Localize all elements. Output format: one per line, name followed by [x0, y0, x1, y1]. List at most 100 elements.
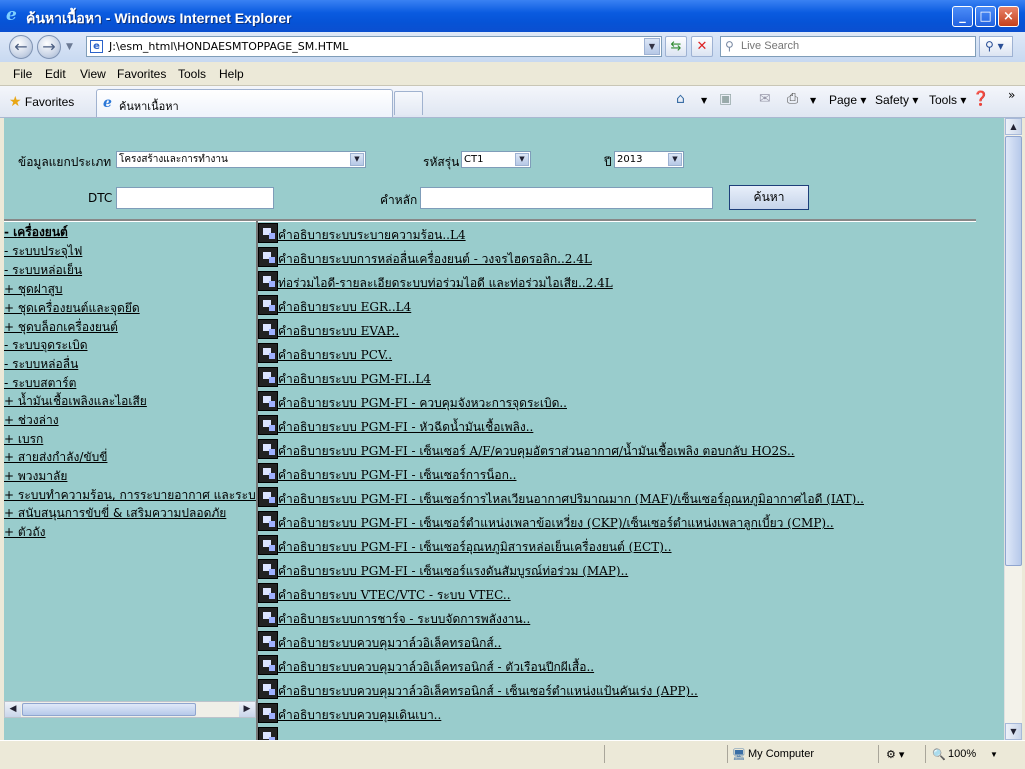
- tree-item-lubrication[interactable]: - ระบบหล่อลื่น: [4, 355, 78, 374]
- tree-item-brakes[interactable]: + เบรก: [4, 430, 43, 449]
- menu-edit[interactable]: Edit: [45, 67, 66, 81]
- status-bar: 🖥 My Computer ⚙ ▾ 🔍 100% ▼: [0, 740, 1025, 769]
- document-link[interactable]: คำอธิบายระบบ EVAP..: [278, 322, 399, 341]
- tree-item-driver-assist[interactable]: + สนับสนุนการขับขี่ & เสริมความปลอดภัย: [4, 504, 226, 523]
- document-link[interactable]: ท่อร่วมไอดี-รายละเอียดระบบท่อร่วมไอดี แล…: [278, 274, 613, 293]
- dtc-input[interactable]: [116, 187, 274, 209]
- forward-button[interactable]: →: [37, 35, 61, 59]
- tab-current[interactable]: e ค้นหาเนื้อหา: [96, 89, 393, 117]
- live-search-box[interactable]: ⚲: [720, 36, 976, 57]
- document-link[interactable]: คำอธิบายระบบการชาร์จ - ระบบจัดการพลังงาน…: [278, 610, 530, 629]
- status-divider: [878, 745, 879, 763]
- document-link[interactable]: คำอธิบายระบบ EGR..L4: [278, 298, 411, 317]
- scroll-left-icon[interactable]: ◀: [5, 702, 21, 717]
- scroll-up-icon[interactable]: ▲: [1005, 118, 1022, 135]
- page-vertical-scrollbar[interactable]: ▲ ▼: [1004, 118, 1022, 740]
- document-link[interactable]: คำอธิบายระบบ PGM-FI - เซ็นเซอร์แรงดันสัม…: [278, 562, 628, 581]
- back-button[interactable]: ←: [9, 35, 33, 59]
- maximize-button[interactable]: □: [975, 6, 996, 27]
- document-link[interactable]: คำอธิบายระบบควบคุมวาล์วอิเล็คทรอนิกส์ - …: [278, 682, 698, 701]
- tools-menu[interactable]: Tools ▾: [929, 93, 966, 107]
- tree-item-engine-block[interactable]: + ชุดบล็อกเครื่องยนต์: [4, 318, 118, 337]
- protected-mode-icon[interactable]: ⚙ ▾: [886, 748, 904, 761]
- menu-tools[interactable]: Tools: [178, 67, 206, 81]
- tree-item-engine[interactable]: - เครื่องยนต์: [4, 223, 68, 242]
- document-link[interactable]: คำอธิบายระบบ PGM-FI - เซ็นเซอร์อุณหภูมิส…: [278, 538, 672, 557]
- print-dropdown-icon[interactable]: ▼: [810, 96, 816, 105]
- refresh-button[interactable]: ⇆: [665, 36, 687, 57]
- close-window-button[interactable]: ×: [998, 6, 1019, 27]
- menu-view[interactable]: View: [80, 67, 106, 81]
- document-link[interactable]: คำอธิบายระบบ PGM-FI..L4: [278, 370, 431, 389]
- menu-favorites[interactable]: Favorites: [117, 67, 166, 81]
- tree-horizontal-scrollbar[interactable]: ◀ ▶: [4, 701, 256, 718]
- print-icon[interactable]: ⎙: [787, 91, 798, 107]
- window-title: ค้นหาเนื้อหา - Windows Internet Explorer: [26, 10, 292, 26]
- document-link[interactable]: คำอธิบายระบบควบคุมวาล์วอิเล็คทรอนิกส์ - …: [278, 658, 594, 677]
- tree-item-body[interactable]: + ตัวถัง: [4, 523, 46, 542]
- scrollbar-thumb[interactable]: [1005, 136, 1022, 566]
- document-link[interactable]: คำอธิบายระบบควบคุมเดินเบา..: [278, 706, 441, 725]
- document-link[interactable]: คำอธิบายระบบระบายความร้อน..L4: [278, 226, 466, 245]
- document-link[interactable]: คำอธิบายระบบ PGM-FI - หัวฉีดน้ำมันเชื้อเ…: [278, 418, 533, 437]
- address-url[interactable]: J:\esm_html\HONDAESMTOPPAGE_SM.HTML: [109, 40, 348, 53]
- new-tab-button[interactable]: [394, 91, 423, 115]
- document-link[interactable]: คำอธิบายระบบควบคุมวาล์วอิเล็คทรอนิกส์..: [278, 634, 501, 653]
- scroll-right-icon[interactable]: ▶: [239, 702, 255, 717]
- document-link[interactable]: คำอธิบายระบบ PGM-FI - เซ็นเซอร์ A/F/ควบค…: [278, 442, 795, 461]
- favorites-button[interactable]: ★ Favorites: [9, 93, 74, 110]
- page-icon: e: [90, 40, 103, 53]
- tree-item-fuel-exhaust[interactable]: + น้ำมันเชื้อเพลิงและไอเสีย: [4, 392, 147, 411]
- scroll-down-icon[interactable]: ▼: [1005, 723, 1022, 740]
- document-link[interactable]: คำอธิบายระบบ PGM-FI - ควบคุมจังหวะการจุด…: [278, 394, 567, 413]
- tree-item-cooling[interactable]: - ระบบหล่อเย็น: [4, 261, 82, 280]
- tree-item-starting[interactable]: - ระบบสตาร์ต: [4, 374, 76, 393]
- year-select[interactable]: 2013 ▼: [614, 151, 684, 168]
- safety-menu[interactable]: Safety ▾: [875, 93, 918, 107]
- tree-item-charging[interactable]: - ระบบประจุไฟ: [4, 242, 82, 261]
- category-select[interactable]: โครงสร้างและการทำงาน ▼: [116, 151, 366, 168]
- page-menu-label: Page: [829, 93, 858, 107]
- menu-file[interactable]: File: [13, 67, 32, 81]
- document-link[interactable]: คำอธิบายระบบ PGM-FI - เซ็นเซอร์การน็อก..: [278, 466, 516, 485]
- chevron-more-icon[interactable]: »: [1008, 88, 1015, 102]
- stop-button[interactable]: ✕: [691, 36, 713, 57]
- tree-item-steering[interactable]: + พวงมาลัย: [4, 467, 67, 486]
- tree-item-drivetrain[interactable]: + สายส่งกำลัง/ขับขี่: [4, 448, 107, 467]
- tree-item-engine-assembly[interactable]: + ชุดเครื่องยนต์และจุดยึด: [4, 299, 140, 318]
- tree-item-suspension[interactable]: + ช่วงล่าง: [4, 411, 59, 430]
- help-icon[interactable]: ❓: [972, 91, 989, 107]
- category-label: ข้อมูลแยกประเภท: [18, 155, 112, 169]
- minimize-button[interactable]: _: [952, 6, 973, 27]
- keyword-input[interactable]: [420, 187, 713, 209]
- status-divider: [925, 745, 926, 763]
- search-input[interactable]: [741, 38, 971, 54]
- home-dropdown-icon[interactable]: ▼: [701, 96, 707, 105]
- address-bar[interactable]: e J:\esm_html\HONDAESMTOPPAGE_SM.HTML ▼: [86, 36, 662, 57]
- document-link[interactable]: คำอธิบายระบบ VTEC/VTC - ระบบ VTEC..: [278, 586, 511, 605]
- zoom-dropdown-icon[interactable]: ▼: [990, 750, 998, 759]
- search-go-button[interactable]: ⚲ ▾: [979, 36, 1013, 57]
- home-icon[interactable]: ⌂: [676, 91, 685, 107]
- tree-item-hvac[interactable]: + ระบบทำความร้อน, การระบายอากาศ และระบบ: [4, 486, 256, 505]
- search-button[interactable]: ค้นหา: [729, 185, 809, 210]
- search-icon: ⚲: [725, 39, 734, 53]
- mail-icon[interactable]: ✉: [759, 91, 771, 107]
- recent-pages-dropdown-icon[interactable]: ▼: [66, 42, 73, 52]
- tree-item-cylinder-head[interactable]: + ชุดฝาสูบ: [4, 280, 63, 299]
- model-select[interactable]: CT1 ▼: [461, 151, 531, 168]
- document-link[interactable]: คำอธิบายระบบ PGM-FI - เซ็นเซอร์ตำแหน่งเพ…: [278, 514, 834, 533]
- document-icon: [258, 679, 278, 699]
- favorites-star-icon: ★: [9, 93, 22, 109]
- page-menu[interactable]: Page ▾: [829, 93, 866, 107]
- zoom-level[interactable]: 100%: [948, 748, 976, 760]
- scrollbar-thumb[interactable]: [22, 703, 196, 716]
- menu-help[interactable]: Help: [219, 67, 244, 81]
- document-link[interactable]: คำอธิบายระบบการหล่อลื่นเครื่องยนต์ - วงจ…: [278, 250, 592, 269]
- address-dropdown-icon[interactable]: ▼: [644, 38, 660, 55]
- tree-item-ignition[interactable]: - ระบบจุดระเบิด: [4, 336, 88, 355]
- status-divider: [604, 745, 605, 763]
- feeds-icon[interactable]: ▣: [719, 91, 732, 107]
- document-link[interactable]: คำอธิบายระบบ PCV..: [278, 346, 392, 365]
- document-link[interactable]: คำอธิบายระบบ PGM-FI - เซ็นเซอร์การไหลเวี…: [278, 490, 864, 509]
